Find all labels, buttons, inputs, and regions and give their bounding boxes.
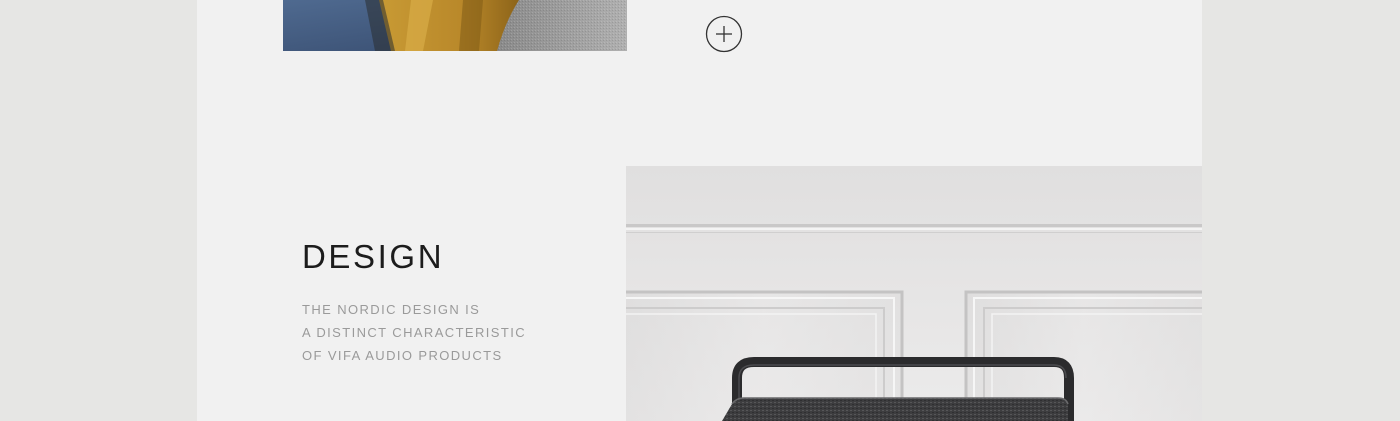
- description-line: THE NORDIC DESIGN IS: [302, 302, 481, 317]
- lifestyle-photo: [283, 0, 627, 51]
- section-title: DESIGN: [302, 238, 445, 275]
- design-section: DESIGN THE NORDIC DESIGN IS A DISTINCT C…: [302, 236, 602, 367]
- plus-circle-icon: [705, 15, 743, 53]
- content-page: DESIGN THE NORDIC DESIGN IS A DISTINCT C…: [197, 0, 1202, 421]
- description-line: A DISTINCT CHARACTERISTIC: [302, 325, 527, 340]
- product-photo: [626, 166, 1202, 421]
- section-description: THE NORDIC DESIGN IS A DISTINCT CHARACTE…: [302, 298, 602, 367]
- description-line: OF VIFA AUDIO PRODUCTS: [302, 348, 503, 363]
- expand-button[interactable]: [705, 15, 743, 53]
